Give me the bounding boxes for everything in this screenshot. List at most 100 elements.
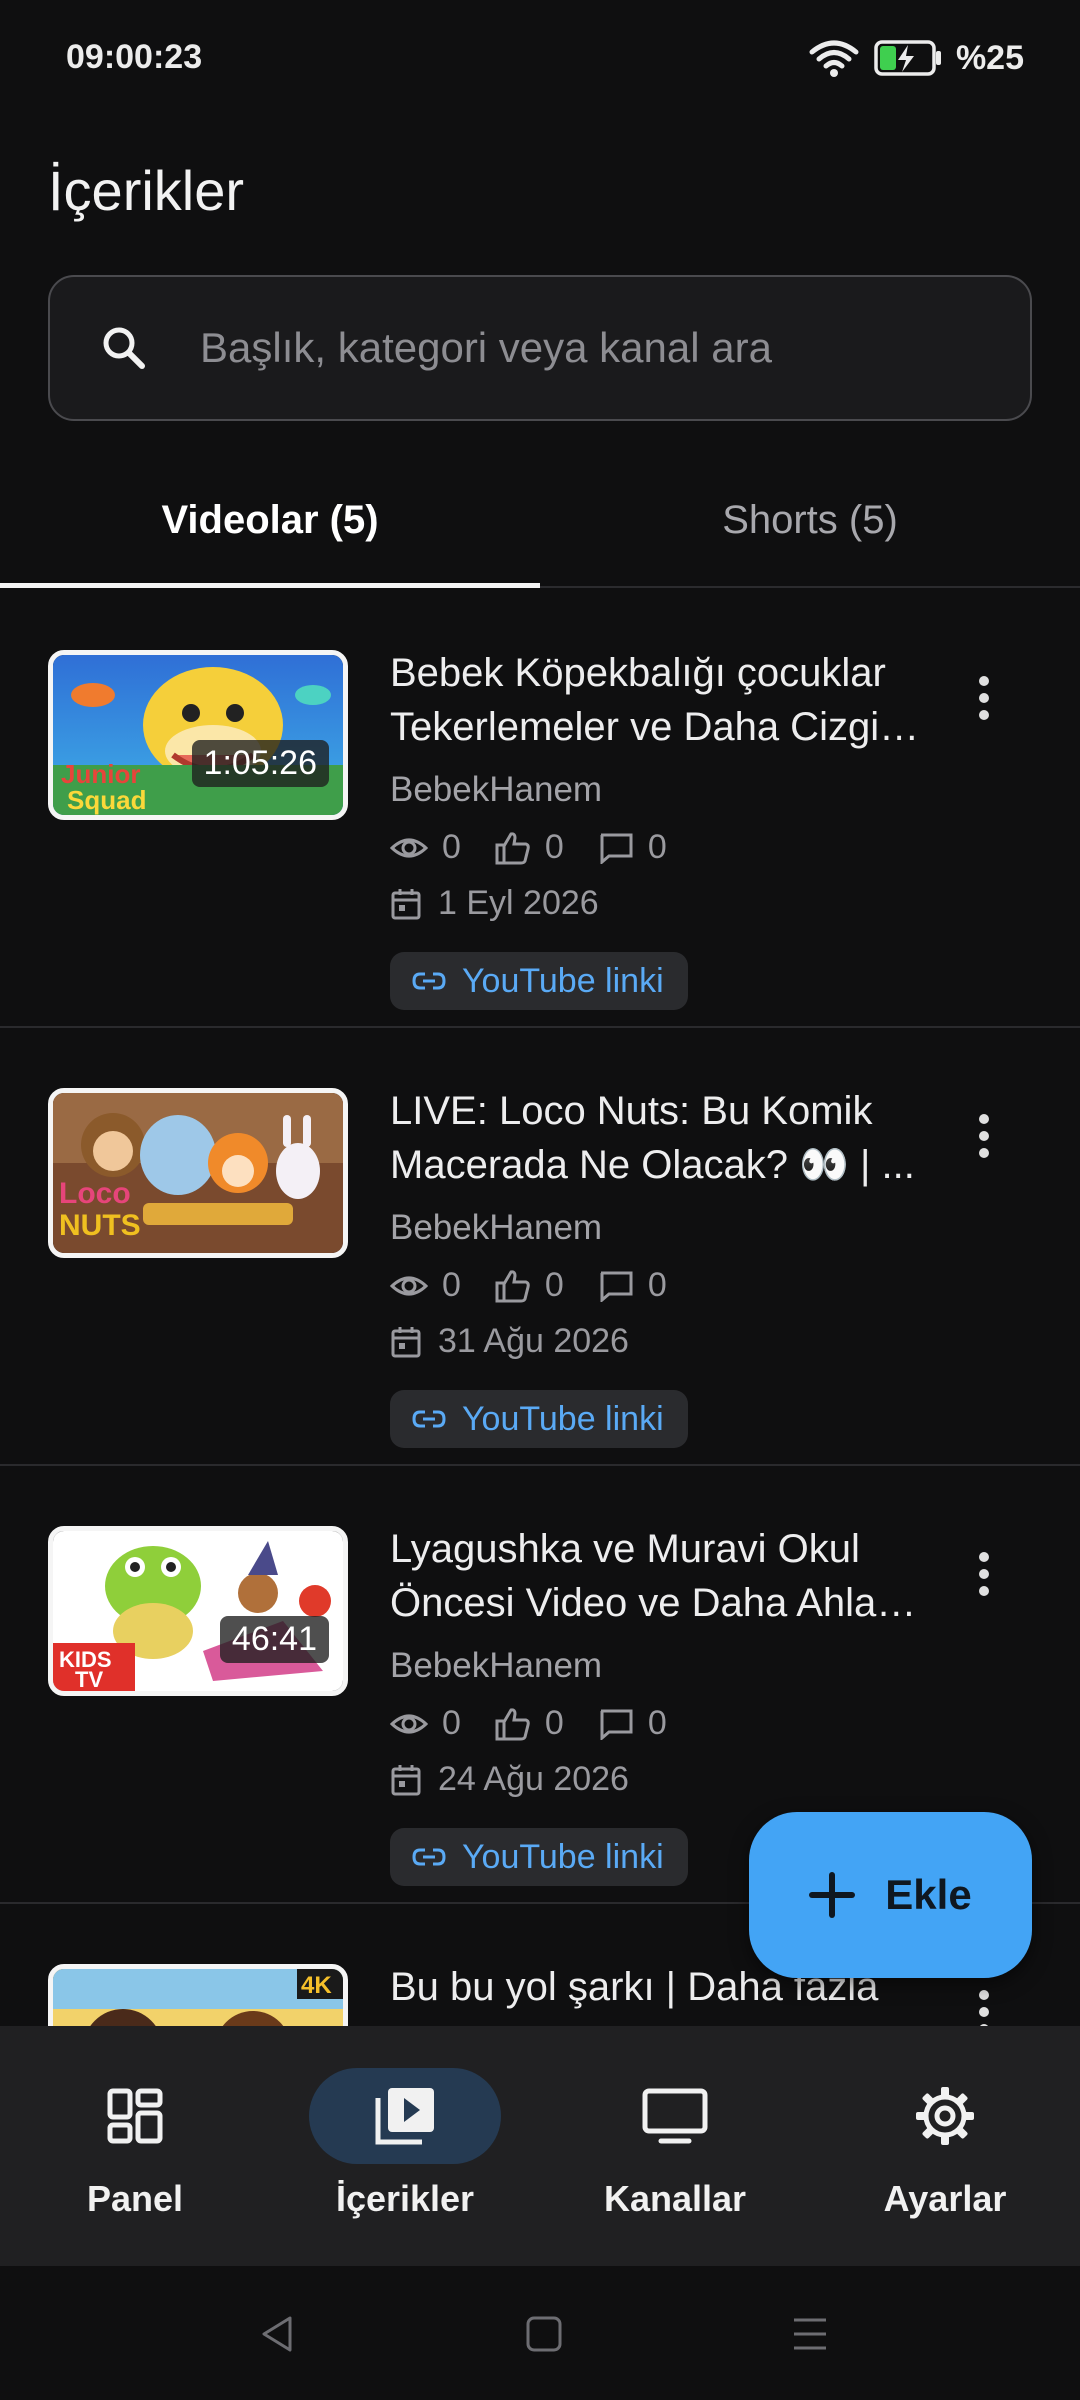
comments-stat: 0	[598, 1266, 667, 1305]
nav-item-channels[interactable]: Kanallar	[540, 2026, 810, 2266]
views-count: 0	[442, 1266, 461, 1304]
thumbs-up-icon	[495, 831, 530, 864]
video-item[interactable]: Loco NUTS LIVE: Loco Nuts: Bu Komik Mace…	[0, 1028, 1080, 1466]
bottom-navigation: Panel İçerikler Kanallar Ayarlar	[0, 2026, 1080, 2266]
nav-item-panel[interactable]: Panel	[0, 2026, 270, 2266]
more-vert-icon	[979, 1114, 989, 1158]
youtube-link-button[interactable]: YouTube linki	[390, 952, 688, 1010]
content-tabs: Videolar (5) Shorts (5)	[0, 455, 1080, 588]
system-back-button[interactable]	[248, 2304, 308, 2364]
comments-count: 0	[647, 828, 667, 866]
calendar-icon	[391, 888, 421, 919]
thumbnail-loco-nuts-image: Loco NUTS	[53, 1093, 343, 1253]
more-options-button[interactable]	[960, 658, 1008, 738]
nav-label: Kanallar	[603, 2178, 747, 2219]
video-thumbnail[interactable]: Junior Squad 1:05:26	[48, 650, 348, 820]
status-bar: 09:00:23 %25	[0, 0, 1080, 120]
nav-icon-container	[39, 2068, 231, 2164]
svg-text:Squad: Squad	[67, 785, 146, 815]
tv-icon	[642, 2088, 708, 2144]
eye-icon	[390, 1714, 428, 1733]
views-stat: 0	[390, 828, 461, 867]
eye-icon	[390, 1276, 428, 1295]
youtube-link-label: YouTube linki	[462, 961, 664, 1000]
svg-text:Loco: Loco	[59, 1177, 131, 1210]
page-title: İçerikler	[48, 159, 245, 222]
calendar-icon	[391, 1326, 421, 1357]
add-content-label: Ekle	[885, 1871, 972, 1918]
likes-stat: 0	[495, 1704, 564, 1743]
nav-item-contents[interactable]: İçerikler	[270, 2026, 540, 2266]
calendar-icon	[391, 1764, 421, 1795]
duration-badge: 1:05:26	[191, 740, 329, 787]
views-stat: 0	[390, 1266, 461, 1305]
comments-stat: 0	[598, 1704, 667, 1743]
video-stats: 0 0 0	[390, 1704, 701, 1743]
home-square-icon	[526, 2316, 562, 2352]
thumbs-up-icon	[495, 1707, 530, 1740]
views-count: 0	[442, 1704, 461, 1742]
youtube-link-button[interactable]: YouTube linki	[390, 1390, 688, 1448]
svg-text:NUTS: NUTS	[59, 1209, 141, 1242]
menu-lines-icon	[794, 2318, 826, 2350]
plus-icon	[809, 1872, 856, 1918]
nav-label: Ayarlar	[883, 2178, 1007, 2219]
youtube-link-button[interactable]: YouTube linki	[390, 1828, 688, 1886]
video-stats: 0 0 0	[390, 828, 701, 867]
svg-text:TV: TV	[75, 1667, 103, 1691]
status-time: 09:00:23	[66, 38, 203, 76]
more-options-button[interactable]	[960, 1972, 1008, 2026]
link-icon	[412, 972, 446, 990]
likes-count: 0	[544, 1704, 564, 1742]
likes-stat: 0	[495, 1266, 564, 1305]
system-home-button[interactable]	[514, 2304, 574, 2364]
search-input[interactable]	[200, 277, 1030, 419]
wifi-icon	[809, 40, 859, 77]
nav-icon-container	[579, 2068, 771, 2164]
nav-icon-container	[309, 2068, 501, 2164]
nav-item-settings[interactable]: Ayarlar	[810, 2026, 1080, 2266]
video-title[interactable]: Lyagushka ve Muravi Okul Öncesi Video ve…	[390, 1522, 930, 1630]
gear-icon	[916, 2087, 974, 2145]
add-content-button[interactable]: Ekle	[749, 1812, 1032, 1978]
video-title[interactable]: Bebek Köpekbalığı çocuklar Tekerlemeler …	[390, 646, 930, 754]
back-triangle-icon	[262, 2316, 292, 2352]
more-vert-icon	[979, 676, 989, 720]
duration-badge: 46:41	[219, 1616, 329, 1663]
video-library-icon	[375, 2088, 434, 2145]
views-count: 0	[442, 828, 461, 866]
comments-stat: 0	[598, 828, 667, 867]
system-navigation-bar	[0, 2266, 1080, 2400]
link-icon	[412, 1848, 446, 1866]
tab-videos[interactable]: Videolar (5)	[0, 455, 540, 588]
system-recents-button[interactable]	[780, 2304, 840, 2364]
4k-badge: 4K	[301, 1972, 332, 1999]
video-thumbnail[interactable]: 4K	[48, 1964, 348, 2026]
nav-label: Panel	[86, 2178, 184, 2219]
search-bar[interactable]	[48, 275, 1032, 421]
publish-date: 1 Eyl 2026	[390, 884, 599, 923]
comments-count: 0	[647, 1704, 667, 1742]
tab-shorts[interactable]: Shorts (5)	[540, 455, 1080, 586]
youtube-link-label: YouTube linki	[462, 1399, 664, 1438]
channel-name: BebekHanem	[390, 1208, 603, 1247]
status-icons: %25	[808, 38, 1024, 78]
comment-icon	[600, 1709, 633, 1740]
search-icon	[103, 327, 145, 369]
publish-date-text: 1 Eyl 2026	[438, 884, 599, 922]
nav-icon-container	[849, 2068, 1041, 2164]
video-stats: 0 0 0	[390, 1266, 701, 1305]
dashboard-icon	[107, 2088, 163, 2144]
video-item[interactable]: Junior Squad 1:05:26 Bebek Köpekbalığı ç…	[0, 590, 1080, 1028]
publish-date-text: 24 Ağu 2026	[438, 1760, 629, 1798]
battery-charging-icon	[874, 40, 941, 76]
youtube-link-label: YouTube linki	[462, 1837, 664, 1876]
more-options-button[interactable]	[960, 1534, 1008, 1614]
video-thumbnail[interactable]: Loco NUTS	[48, 1088, 348, 1258]
channel-name: BebekHanem	[390, 1646, 603, 1685]
more-options-button[interactable]	[960, 1096, 1008, 1176]
video-thumbnail[interactable]: KIDS TV 46:41	[48, 1526, 348, 1696]
video-title[interactable]: LIVE: Loco Nuts: Bu Komik Macerada Ne Ol…	[390, 1084, 930, 1192]
publish-date: 31 Ağu 2026	[390, 1322, 629, 1361]
thumbnail-kids-song-image: 4K	[53, 1969, 343, 2026]
